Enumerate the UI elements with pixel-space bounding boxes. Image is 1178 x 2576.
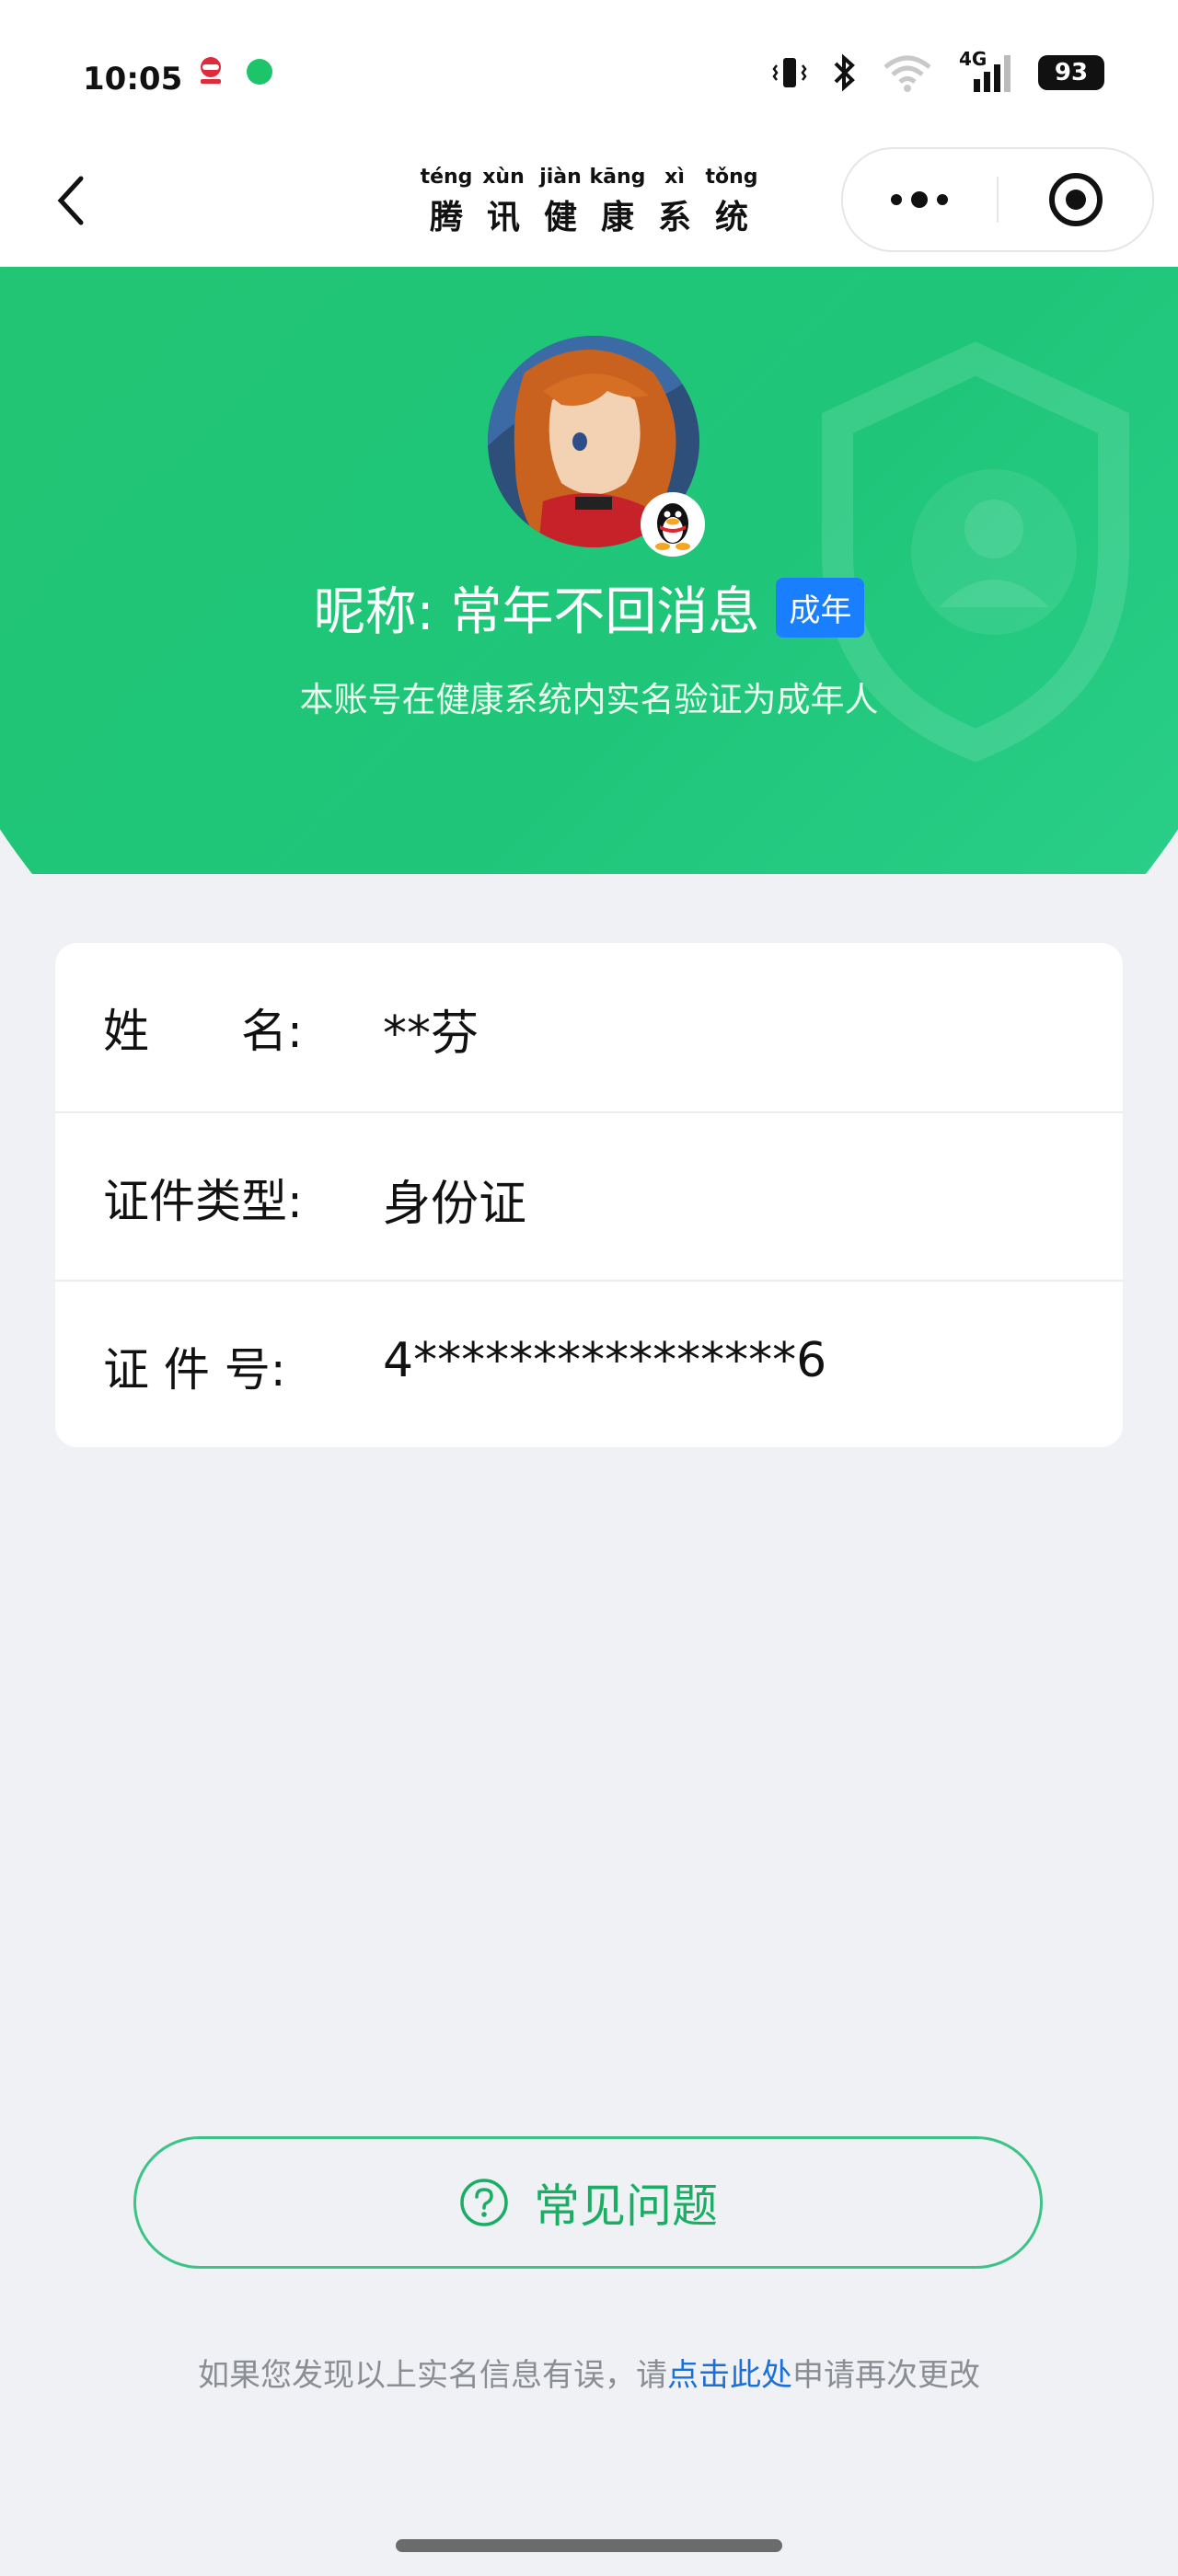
page-title: téng 腾 xùn 讯 jiàn 健 kāng 康 xì 系 tǒng 统 bbox=[414, 166, 764, 245]
id-type-value: 身份证 bbox=[383, 1177, 527, 1232]
name-value: **芬 bbox=[383, 1006, 479, 1062]
status-bar: 10:05 4G 93 bbox=[0, 0, 1178, 138]
title-pinyin: xùn bbox=[482, 166, 525, 189]
bluetooth-icon bbox=[834, 53, 855, 92]
adult-badge: 成年 bbox=[776, 578, 865, 638]
more-options-button[interactable] bbox=[843, 149, 996, 250]
faq-button[interactable]: 常见问题 bbox=[133, 2136, 1043, 2269]
cellular-signal-icon: 4G bbox=[953, 48, 1018, 94]
mini-program-capsule bbox=[841, 147, 1154, 252]
target-close-icon bbox=[1049, 173, 1103, 226]
title-char: 统 bbox=[714, 199, 748, 236]
real-name-info-card: 姓 名: **芬 证件类型: 身份证 证 件 号: 4*************… bbox=[55, 943, 1123, 1447]
nickname: 昵称: 常年不回消息 bbox=[313, 582, 760, 642]
id-type-label: 证件类型: bbox=[103, 1175, 303, 1228]
back-button[interactable] bbox=[44, 173, 99, 228]
title-pinyin: jiàn bbox=[539, 166, 582, 189]
title-pinyin: kāng bbox=[589, 166, 646, 189]
status-time: 10:05 bbox=[83, 61, 183, 98]
hint-prefix: 如果您发现以上实名信息有误，请 bbox=[198, 2357, 667, 2394]
navigation-bar: téng 腾 xùn 讯 jiàn 健 kāng 康 xì 系 tǒng 统 bbox=[0, 138, 1178, 267]
id-number-value: 4****************6 bbox=[383, 1333, 827, 1388]
qq-penguin-icon bbox=[641, 492, 705, 557]
title-char: 讯 bbox=[486, 199, 520, 236]
correction-hint: 如果您发现以上实名信息有误，请点击此处申请再次更改 bbox=[0, 2350, 1178, 2395]
info-row-name: 姓 名: **芬 bbox=[55, 943, 1123, 1110]
battery-icon: 93 bbox=[1038, 55, 1104, 90]
name-label: 姓 名: bbox=[103, 1005, 303, 1058]
info-row-id-type: 证件类型: 身份证 bbox=[55, 1111, 1123, 1281]
message-app-icon bbox=[247, 59, 272, 85]
more-dot-icon bbox=[911, 191, 928, 208]
title-pinyin: téng bbox=[420, 166, 473, 189]
nickname-row: 昵称: 常年不回消息 成年 bbox=[0, 570, 1178, 645]
info-row-id-number: 证 件 号: 4****************6 bbox=[55, 1280, 1123, 1447]
profile-header: 昵称: 常年不回消息 成年 本账号在健康系统内实名验证为成年人 bbox=[0, 267, 1178, 874]
capsule-divider bbox=[997, 177, 999, 223]
title-char: 健 bbox=[543, 199, 577, 236]
title-char: 腾 bbox=[429, 199, 463, 236]
correction-link[interactable]: 点击此处 bbox=[667, 2357, 792, 2394]
avatar bbox=[488, 336, 705, 557]
faq-label: 常见问题 bbox=[534, 2179, 718, 2233]
id-number-label: 证 件 号: bbox=[103, 1343, 286, 1397]
question-circle-icon bbox=[460, 2179, 508, 2226]
verification-status: 本账号在健康系统内实名验证为成年人 bbox=[299, 680, 879, 719]
title-char: 康 bbox=[600, 199, 634, 236]
more-dot-icon bbox=[891, 194, 902, 205]
title-char: 系 bbox=[657, 199, 691, 236]
vibrate-icon bbox=[772, 58, 807, 87]
app-notification-icon bbox=[193, 53, 228, 88]
title-pinyin: xì bbox=[664, 166, 685, 189]
home-indicator[interactable] bbox=[396, 2539, 782, 2552]
status-icons: 4G 93 bbox=[771, 48, 1104, 94]
close-mini-program-button[interactable] bbox=[999, 149, 1152, 250]
wifi-icon bbox=[884, 55, 931, 92]
chevron-left-icon bbox=[57, 176, 84, 225]
title-pinyin: tǒng bbox=[705, 166, 758, 189]
hint-suffix: 申请再次更改 bbox=[792, 2357, 980, 2394]
more-dot-icon bbox=[937, 194, 948, 205]
